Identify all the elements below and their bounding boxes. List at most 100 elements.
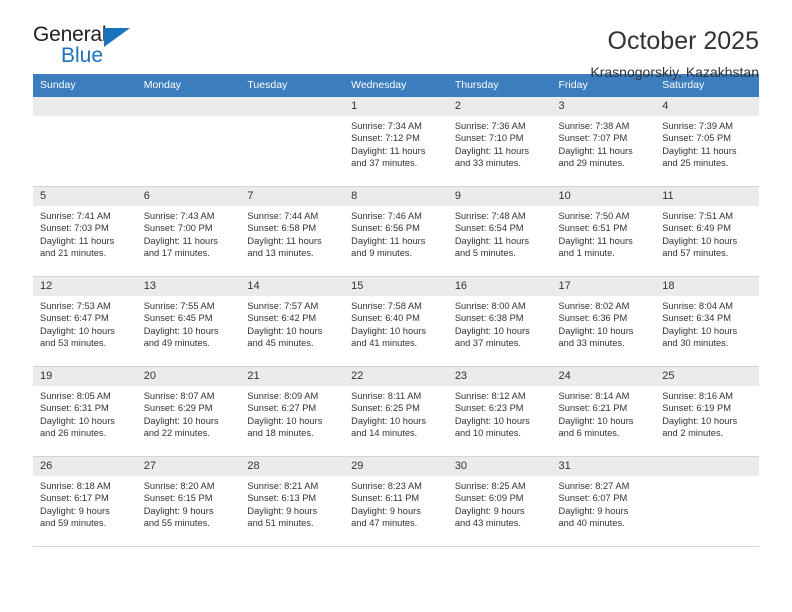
calendar-day-cell[interactable]: 11 Sunrise: 7:51 AM Sunset: 6:49 PM Dayligh… [655, 186, 759, 277]
sunrise-text: Sunrise: 7:38 AM [558, 121, 630, 131]
sunrise-text: Sunrise: 8:20 AM [143, 481, 215, 491]
day-cell-inner: 8 Sunrise: 7:46 AM Sunset: 6:56 PM Daylight… [344, 187, 448, 276]
sunset-text: Sunset: 6:11 PM [351, 493, 420, 504]
calendar-day-cell[interactable]: 18 Sunrise: 8:04 AM Sunset: 6:34 PM Dayligh… [655, 276, 759, 367]
page-header: General Blue October 2025 Krasnogorskiy,… [33, 0, 760, 81]
calendar-day-cell[interactable]: 21 Sunrise: 8:09 AM Sunset: 6:27 PM Dayligh… [240, 366, 345, 457]
sunrise-text: Sunrise: 7:57 AM [247, 301, 319, 311]
calendar-day-cell[interactable]: 4 Sunrise: 7:39 AM Sunset: 7:05 PM Daylight… [655, 96, 759, 187]
daylight-text-cont: and 26 minutes. [40, 428, 107, 439]
sunrise-text: Sunrise: 8:11 AM [351, 391, 422, 401]
general-blue-logo[interactable]: General Blue [33, 24, 153, 74]
calendar-day-cell[interactable]: 10 Sunrise: 7:50 AM Sunset: 6:51 PM Dayligh… [551, 186, 656, 277]
calendar-day-cell[interactable]: 25 Sunrise: 8:16 AM Sunset: 6:19 PM Dayligh… [655, 366, 759, 457]
day-cell-details: Sunrise: 7:43 AM Sunset: 7:00 PM Daylight:… [137, 206, 241, 260]
calendar-day-cell[interactable]: 2 Sunrise: 7:36 AM Sunset: 7:10 PM Daylight… [447, 96, 552, 187]
calendar-day-cell[interactable]: 5 Sunrise: 7:41 AM Sunset: 7:03 PM Daylight… [33, 186, 137, 277]
day-number: 15 [344, 277, 448, 296]
weekday-header-thursday: Thursday [447, 74, 552, 97]
calendar-day-cell[interactable]: 15 Sunrise: 7:58 AM Sunset: 6:40 PM Dayligh… [344, 276, 448, 367]
calendar-day-cell[interactable]: 14 Sunrise: 7:57 AM Sunset: 6:42 PM Dayligh… [240, 276, 345, 367]
daylight-text-cont: and 49 minutes. [143, 338, 210, 349]
calendar-day-cell[interactable]: 22 Sunrise: 8:11 AM Sunset: 6:25 PM Dayligh… [344, 366, 448, 457]
day-cell-inner: 6 Sunrise: 7:43 AM Sunset: 7:00 PM Daylight… [136, 187, 241, 276]
sunrise-text: Sunrise: 8:07 AM [143, 391, 215, 401]
calendar-day-cell[interactable]: 13 Sunrise: 7:55 AM Sunset: 6:45 PM Dayligh… [136, 276, 241, 367]
calendar-day-cell[interactable]: 3 Sunrise: 7:38 AM Sunset: 7:07 PM Daylight… [551, 96, 656, 187]
calendar-day-cell[interactable]: 31 Sunrise: 8:27 AM Sunset: 6:07 PM Dayligh… [551, 456, 656, 547]
day-number: 28 [240, 457, 345, 476]
sunset-text: Sunset: 6:56 PM [351, 223, 420, 234]
day-cell-inner: 3 Sunrise: 7:38 AM Sunset: 7:07 PM Daylight… [551, 97, 656, 186]
calendar-day-cell[interactable]: 27 Sunrise: 8:20 AM Sunset: 6:15 PM Dayligh… [136, 456, 241, 547]
weekday-header-tuesday: Tuesday [240, 74, 345, 97]
day-number: 17 [551, 277, 656, 296]
sunrise-text: Sunrise: 7:46 AM [351, 211, 422, 221]
daylight-text: Daylight: 11 hours [558, 235, 633, 246]
day-cell-inner: 4 Sunrise: 7:39 AM Sunset: 7:05 PM Daylight… [655, 97, 759, 186]
daylight-text-cont: and 10 minutes. [454, 428, 521, 439]
sunrise-text: Sunrise: 7:55 AM [143, 301, 215, 311]
calendar-day-cell[interactable]: 7 Sunrise: 7:44 AM Sunset: 6:58 PM Daylight… [240, 186, 345, 277]
calendar-day-cell[interactable]: 24 Sunrise: 8:14 AM Sunset: 6:21 PM Dayligh… [551, 366, 656, 457]
calendar-day-cell[interactable]: 8 Sunrise: 7:46 AM Sunset: 6:56 PM Daylight… [344, 186, 448, 277]
calendar-day-cell[interactable]: 28 Sunrise: 8:21 AM Sunset: 6:13 PM Dayligh… [240, 456, 345, 547]
calendar-day-cell[interactable]: 20 Sunrise: 8:07 AM Sunset: 6:29 PM Dayligh… [136, 366, 241, 457]
sunset-text: Sunset: 7:07 PM [558, 133, 628, 144]
calendar-week-row: 12 Sunrise: 7:53 AM Sunset: 6:47 PM Dayligh… [33, 276, 759, 367]
day-number [240, 97, 345, 116]
calendar-day-cell[interactable]: 16 Sunrise: 8:00 AM Sunset: 6:38 PM Dayligh… [447, 276, 552, 367]
day-cell-details: Sunrise: 8:21 AM Sunset: 6:13 PM Daylight:… [240, 476, 344, 530]
day-cell-inner: 19 Sunrise: 8:05 AM Sunset: 6:31 PM Dayligh… [33, 367, 137, 456]
calendar-day-cell[interactable]: 6 Sunrise: 7:43 AM Sunset: 7:00 PM Daylight… [136, 186, 241, 277]
daylight-text: Daylight: 10 hours [558, 325, 634, 336]
calendar-day-cell[interactable]: 1 Sunrise: 7:34 AM Sunset: 7:12 PM Daylight… [344, 96, 448, 187]
sunrise-text: Sunrise: 7:41 AM [40, 211, 111, 221]
calendar-day-cell[interactable]: 23 Sunrise: 8:12 AM Sunset: 6:23 PM Dayligh… [447, 366, 552, 457]
day-cell-inner [136, 97, 241, 186]
day-number: 19 [33, 367, 137, 386]
daylight-text-cont: and 13 minutes. [247, 248, 314, 259]
calendar-day-cell[interactable]: 17 Sunrise: 8:02 AM Sunset: 6:36 PM Dayligh… [551, 276, 656, 367]
daylight-text-cont: and 18 minutes. [247, 428, 314, 439]
triangle-icon [104, 28, 130, 47]
calendar-week-row: 5 Sunrise: 7:41 AM Sunset: 7:03 PM Daylight… [33, 186, 759, 277]
sunrise-text: Sunrise: 8:21 AM [247, 481, 319, 491]
calendar-day-cell[interactable]: 30 Sunrise: 8:25 AM Sunset: 6:09 PM Dayligh… [447, 456, 552, 547]
day-cell-inner [655, 457, 759, 546]
sunset-text: Sunset: 6:25 PM [351, 403, 420, 414]
sunset-text: Sunset: 6:38 PM [454, 313, 524, 324]
day-cell-inner: 31 Sunrise: 8:27 AM Sunset: 6:07 PM Dayligh… [551, 457, 656, 546]
sunrise-text: Sunrise: 7:53 AM [40, 301, 111, 311]
page-title: October 2025 [607, 27, 760, 55]
day-cell-details: Sunrise: 8:05 AM Sunset: 6:31 PM Daylight:… [33, 386, 137, 440]
daylight-text-cont: and 37 minutes. [351, 158, 418, 169]
calendar-day-cell[interactable]: 12 Sunrise: 7:53 AM Sunset: 6:47 PM Dayligh… [33, 276, 137, 367]
sunrise-text: Sunrise: 8:00 AM [454, 301, 526, 311]
sunrise-text: Sunrise: 7:39 AM [662, 121, 734, 131]
calendar-day-cell[interactable]: 9 Sunrise: 7:48 AM Sunset: 6:54 PM Daylight… [447, 186, 552, 277]
calendar-day-cell[interactable]: 26 Sunrise: 8:18 AM Sunset: 6:17 PM Dayligh… [33, 456, 137, 547]
day-cell-details [655, 476, 759, 480]
day-number: 31 [551, 457, 656, 476]
day-cell-inner: 23 Sunrise: 8:12 AM Sunset: 6:23 PM Dayligh… [447, 367, 552, 456]
daylight-text: Daylight: 10 hours [662, 235, 738, 246]
calendar-page: General Blue October 2025 Krasnogorskiy,… [0, 0, 792, 612]
daylight-text: Daylight: 10 hours [40, 415, 115, 426]
sunset-text: Sunset: 6:42 PM [247, 313, 317, 324]
sunset-text: Sunset: 6:07 PM [558, 493, 628, 504]
daylight-text: Daylight: 11 hours [40, 235, 115, 246]
daylight-text: Daylight: 11 hours [558, 145, 633, 156]
daylight-text: Daylight: 11 hours [454, 235, 530, 246]
day-cell-details: Sunrise: 7:53 AM Sunset: 6:47 PM Daylight:… [33, 296, 137, 350]
daylight-text: Daylight: 9 hours [558, 505, 629, 516]
day-cell-details: Sunrise: 7:39 AM Sunset: 7:05 PM Daylight:… [655, 116, 759, 170]
logo-word-blue: Blue [61, 44, 104, 67]
day-cell-inner: 11 Sunrise: 7:51 AM Sunset: 6:49 PM Dayligh… [655, 187, 759, 276]
day-cell-details: Sunrise: 7:58 AM Sunset: 6:40 PM Daylight:… [344, 296, 448, 350]
calendar-week-row: 26 Sunrise: 8:18 AM Sunset: 6:17 PM Dayligh… [33, 456, 759, 547]
calendar-day-cell[interactable]: 29 Sunrise: 8:23 AM Sunset: 6:11 PM Dayligh… [344, 456, 448, 547]
sunrise-text: Sunrise: 8:05 AM [40, 391, 111, 401]
calendar-day-cell[interactable]: 19 Sunrise: 8:05 AM Sunset: 6:31 PM Dayligh… [33, 366, 137, 457]
daylight-text-cont: and 5 minutes. [454, 248, 516, 259]
